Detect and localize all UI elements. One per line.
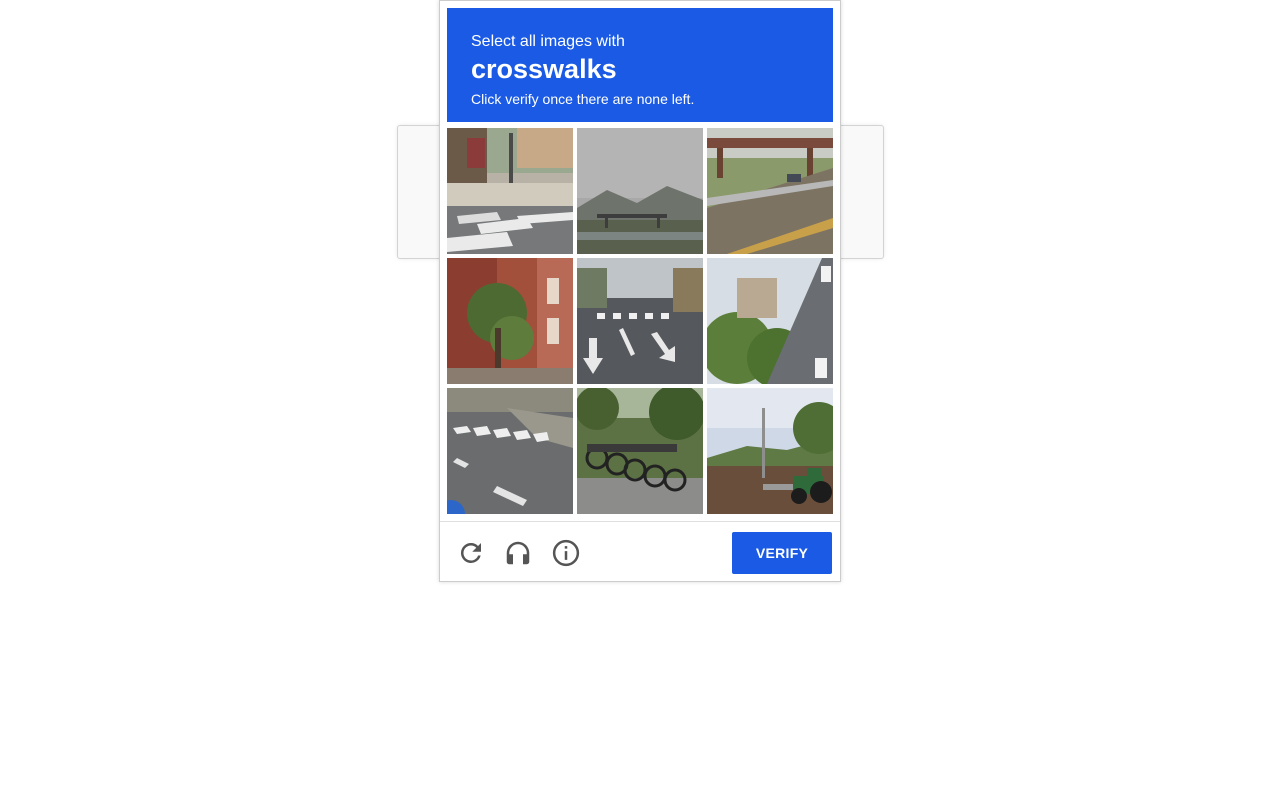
reload-button[interactable]	[456, 538, 486, 568]
tile-image-bicycles	[577, 388, 703, 514]
image-tile-9[interactable]	[707, 388, 833, 514]
image-tile-2[interactable]	[577, 128, 703, 254]
image-tile-3[interactable]	[707, 128, 833, 254]
tile-image-road-arrows	[577, 258, 703, 384]
reload-icon	[460, 543, 481, 563]
tile-image-crosswalk-street	[447, 128, 573, 254]
image-tile-1[interactable]	[447, 128, 573, 254]
tile-image-curving-street	[447, 388, 573, 514]
image-grid	[447, 128, 833, 514]
tile-image-brick-building	[447, 258, 573, 384]
image-tile-5[interactable]	[577, 258, 703, 384]
verify-button[interactable]: VERIFY	[732, 532, 832, 574]
image-tile-4[interactable]	[447, 258, 573, 384]
recaptcha-challenge: Select all images with crosswalks Click …	[439, 0, 841, 582]
image-tile-7[interactable]	[447, 388, 573, 514]
headphones-icon	[506, 541, 530, 565]
instruction-keyword: crosswalks	[471, 54, 617, 84]
instruction-prefix: Select all images with	[471, 33, 625, 50]
info-button[interactable]	[551, 538, 581, 568]
tile-image-overpass	[707, 128, 833, 254]
audio-challenge-button[interactable]	[503, 538, 533, 568]
image-tile-8[interactable]	[577, 388, 703, 514]
tile-image-tractor	[707, 388, 833, 514]
instruction-suffix: Click verify once there are none left.	[471, 91, 695, 107]
tile-image-mountain-bridge	[577, 128, 703, 254]
challenge-header: Select all images with crosswalks Click …	[447, 8, 833, 122]
tile-image-grey-house	[707, 258, 833, 384]
info-icon	[552, 539, 580, 567]
challenge-footer: VERIFY	[440, 521, 840, 582]
image-tile-6[interactable]	[707, 258, 833, 384]
